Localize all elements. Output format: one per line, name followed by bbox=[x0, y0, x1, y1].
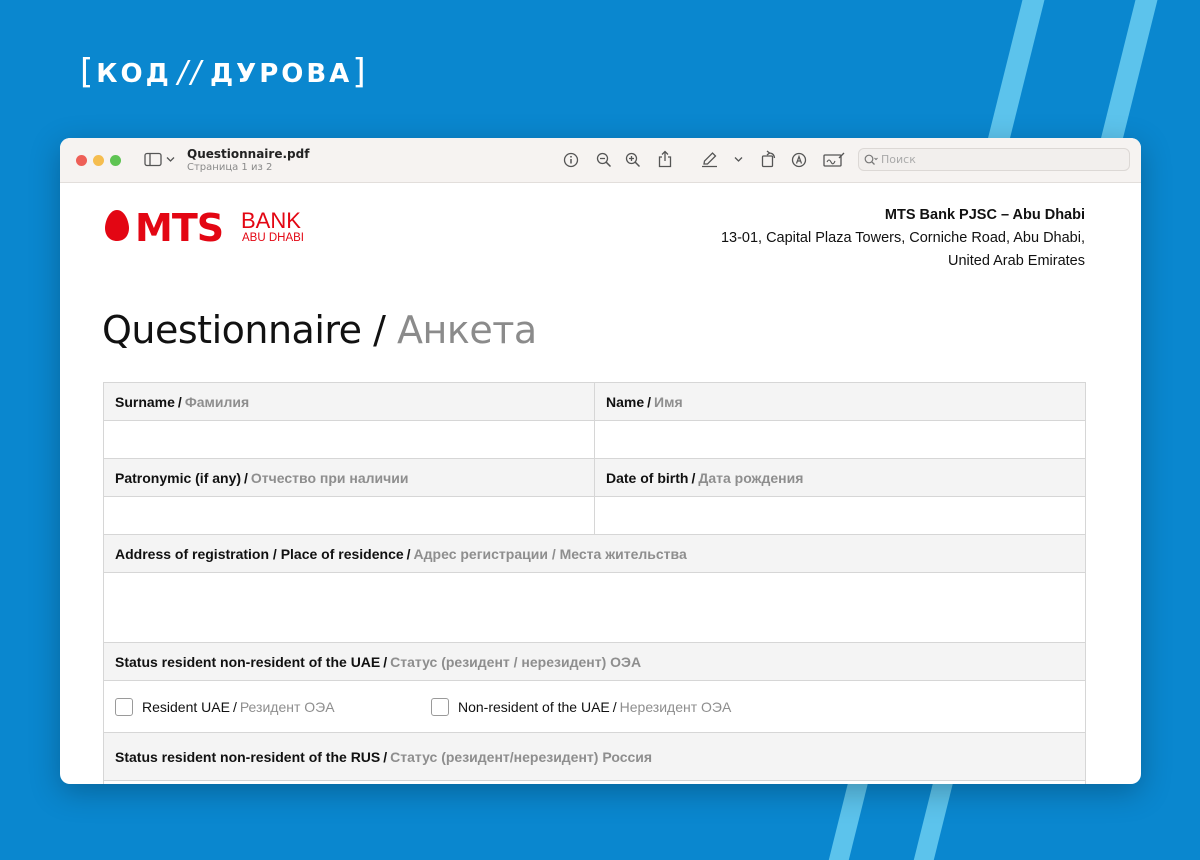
form-label-row: Status resident non-resident of the RUS /… bbox=[104, 733, 1085, 781]
mts-bank-logo: MTS BANK ABU DHABI bbox=[105, 206, 304, 246]
chevron-down-icon[interactable] bbox=[734, 156, 743, 163]
surname-label-en: Surname bbox=[115, 393, 175, 410]
name-label-en: Name bbox=[606, 393, 645, 410]
page-title: Questionnaire / Анкета bbox=[102, 308, 537, 352]
brand-logo: [ КОД // ДУРОВА ] bbox=[80, 51, 369, 92]
bracket-close: ] bbox=[352, 51, 369, 92]
chevron-down-icon[interactable] bbox=[166, 156, 175, 163]
form-label-row: Status resident non-resident of the UAE /… bbox=[104, 643, 1085, 681]
share-icon[interactable] bbox=[658, 150, 672, 168]
dob-label: Date of birth / Дата рождения bbox=[594, 459, 1085, 496]
patronymic-cell bbox=[104, 496, 594, 535]
status-uae-label-en: Status resident non-resident of the UAE bbox=[115, 653, 381, 670]
title-ru: Анкета bbox=[397, 308, 537, 352]
questionnaire-form: Surname / Фамилия Name / Имя Patronymic (if … bbox=[103, 382, 1086, 784]
logo-bank-text: BANK bbox=[241, 208, 301, 233]
signature-icon[interactable] bbox=[823, 152, 845, 168]
logo-city-text: ABU DHABI bbox=[242, 232, 304, 244]
minimize-window-button[interactable] bbox=[93, 155, 104, 166]
dob-cell bbox=[594, 496, 1085, 535]
zoom-out-icon[interactable] bbox=[596, 152, 612, 168]
brand-right: ДУРОВА bbox=[210, 58, 353, 89]
name-cell bbox=[594, 420, 1085, 459]
form-input-row bbox=[104, 571, 1085, 644]
search-input[interactable] bbox=[881, 152, 1121, 167]
patronymic-label: Patronymic (if any) / Отчество при наличии bbox=[115, 469, 409, 486]
address-input[interactable] bbox=[104, 571, 1085, 644]
pdf-page: MTS BANK ABU DHABI MTS Bank PJSC – Abu D… bbox=[60, 183, 1141, 784]
address-label-en: Address of registration / Place of resid… bbox=[115, 545, 404, 562]
brand-slashes: // bbox=[177, 55, 204, 90]
nonresident-uae-checkbox[interactable] bbox=[431, 697, 449, 716]
info-icon[interactable] bbox=[563, 152, 579, 168]
sidebar-toggle-icon[interactable] bbox=[144, 152, 162, 167]
form-label-row: Address of registration / Place of resid… bbox=[104, 535, 1085, 573]
nonresident-uae-label-ru: Нерезидент ОЭА bbox=[619, 698, 732, 715]
status-rus-label: Status resident non-resident of the RUS /… bbox=[115, 748, 653, 765]
form-label-row: Patronymic (if any) / Отчество при наличии… bbox=[104, 459, 1085, 497]
bank-name: MTS Bank PJSC – Abu Dhabi bbox=[884, 207, 1085, 223]
bracket-open: [ bbox=[80, 51, 97, 92]
highlight-icon[interactable] bbox=[791, 152, 807, 168]
zoom-in-icon[interactable] bbox=[625, 152, 641, 168]
name-label: Name / Имя bbox=[594, 383, 1085, 420]
bank-address-line1: 13-01, Capital Plaza Towers, Corniche Ro… bbox=[720, 230, 1085, 246]
nonresident-uae-label-en: Non-resident of the UAE bbox=[458, 698, 610, 715]
resident-uae-option[interactable]: Resident UAE / Резидент ОЭА bbox=[115, 697, 431, 716]
window-toolbar: Questionnaire.pdf Страница 1 из 2 bbox=[60, 138, 1141, 183]
dob-input[interactable] bbox=[595, 496, 1085, 535]
status-uae-label: Status resident non-resident of the UAE /… bbox=[115, 653, 642, 670]
name-label-ru: Имя bbox=[654, 393, 683, 410]
form-input-row bbox=[104, 496, 1085, 535]
form-input-row bbox=[104, 420, 1085, 459]
status-rus-label-en: Status resident non-resident of the RUS bbox=[115, 748, 381, 765]
dob-label-ru: Дата рождения bbox=[698, 469, 804, 486]
form-label-row: Surname / Фамилия Name / Имя bbox=[104, 383, 1085, 421]
resident-uae-label-en: Resident UAE bbox=[142, 698, 230, 715]
page-indicator: Страница 1 из 2 bbox=[187, 162, 273, 173]
nonresident-uae-option[interactable]: Non-resident of the UAE / Нерезидент ОЭА bbox=[431, 697, 732, 716]
patronymic-input[interactable] bbox=[104, 496, 594, 535]
search-field[interactable] bbox=[858, 148, 1130, 171]
bank-address-block: MTS Bank PJSC – Abu Dhabi 13-01, Capital… bbox=[721, 204, 1085, 273]
surname-label-ru: Фамилия bbox=[184, 393, 250, 410]
surname-cell bbox=[104, 420, 594, 459]
status-uae-options: Resident UAE / Резидент ОЭА Non-resident o… bbox=[104, 681, 1085, 733]
dob-label-en: Date of birth bbox=[606, 469, 689, 486]
surname-input[interactable] bbox=[104, 420, 594, 459]
title-separator: / bbox=[361, 308, 398, 352]
name-input[interactable] bbox=[595, 420, 1085, 459]
document-title: Questionnaire.pdf bbox=[187, 147, 310, 161]
address-cell bbox=[104, 571, 1085, 644]
status-uae-label-ru: Статус (резидент / нерезидент) ОЭА bbox=[390, 653, 642, 670]
address-label-ru: Адрес регистрации / Места жительства bbox=[413, 545, 687, 562]
title-en: Questionnaire bbox=[102, 308, 362, 352]
form-input-row bbox=[104, 781, 1085, 784]
address-label: Address of registration / Place of resid… bbox=[115, 545, 687, 562]
zoom-window-button[interactable] bbox=[110, 155, 121, 166]
close-window-button[interactable] bbox=[76, 155, 87, 166]
markup-pen-icon[interactable] bbox=[701, 151, 718, 168]
patronymic-label-en: Patronymic (if any) bbox=[115, 469, 242, 486]
preview-window: Questionnaire.pdf Страница 1 из 2 Поиск … bbox=[60, 138, 1141, 784]
status-rus-label-ru: Статус (резидент/нерезидент) Россия bbox=[390, 748, 653, 765]
bank-address-line2: United Arab Emirates bbox=[947, 253, 1085, 269]
surname-label: Surname / Фамилия bbox=[115, 393, 250, 410]
logo-mts-text: MTS bbox=[135, 206, 223, 246]
search-icon bbox=[864, 154, 878, 165]
resident-uae-label-ru: Резидент ОЭА bbox=[239, 698, 335, 715]
brand-left: КОД bbox=[96, 58, 172, 89]
patronymic-label-ru: Отчество при наличии bbox=[250, 469, 409, 486]
resident-uae-checkbox[interactable] bbox=[115, 697, 133, 716]
rotate-icon[interactable] bbox=[761, 150, 777, 168]
